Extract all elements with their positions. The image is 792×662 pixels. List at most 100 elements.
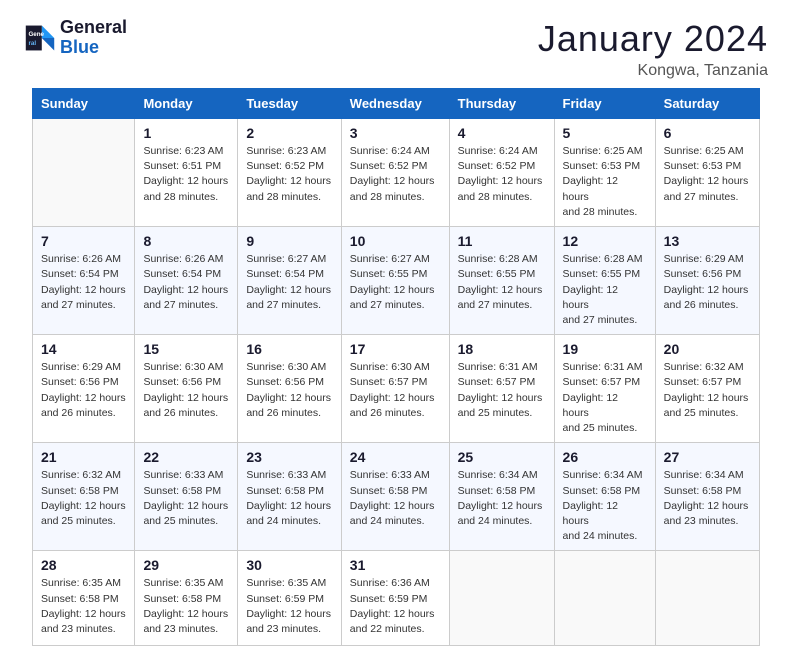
day-number: 3 (350, 125, 441, 141)
day-cell: 20 Sunrise: 6:32 AM Sunset: 6:57 PM Dayli… (655, 335, 759, 443)
logo: Gene ral General Blue (24, 18, 127, 58)
day-cell: 8 Sunrise: 6:26 AM Sunset: 6:54 PM Daylig… (135, 227, 238, 335)
day-info: Sunrise: 6:31 AM Sunset: 6:57 PM Dayligh… (563, 360, 647, 436)
day-cell: 25 Sunrise: 6:34 AM Sunset: 6:58 PM Dayli… (449, 443, 554, 551)
day-info: Sunrise: 6:33 AM Sunset: 6:58 PM Dayligh… (246, 468, 332, 529)
calendar-week-5: 28 Sunrise: 6:35 AM Sunset: 6:58 PM Dayli… (33, 551, 760, 646)
calendar-week-4: 21 Sunrise: 6:32 AM Sunset: 6:58 PM Dayli… (33, 443, 760, 551)
header-tuesday: Tuesday (238, 89, 341, 119)
day-cell: 18 Sunrise: 6:31 AM Sunset: 6:57 PM Dayli… (449, 335, 554, 443)
day-cell: 24 Sunrise: 6:33 AM Sunset: 6:58 PM Dayli… (341, 443, 449, 551)
day-number: 20 (664, 341, 751, 357)
day-info: Sunrise: 6:30 AM Sunset: 6:57 PM Dayligh… (350, 360, 441, 421)
day-cell (33, 119, 135, 227)
day-info: Sunrise: 6:27 AM Sunset: 6:55 PM Dayligh… (350, 252, 441, 313)
logo-blue: Blue (60, 38, 127, 58)
day-number: 8 (143, 233, 229, 249)
location: Kongwa, Tanzania (538, 62, 768, 80)
day-info: Sunrise: 6:24 AM Sunset: 6:52 PM Dayligh… (458, 144, 546, 205)
day-number: 22 (143, 449, 229, 465)
day-cell: 4Sunrise: 6:24 AM Sunset: 6:52 PM Daylig… (449, 119, 554, 227)
svg-text:Gene: Gene (28, 31, 44, 38)
day-number: 18 (458, 341, 546, 357)
day-info: Sunrise: 6:32 AM Sunset: 6:57 PM Dayligh… (664, 360, 751, 421)
day-info: Sunrise: 6:27 AM Sunset: 6:54 PM Dayligh… (246, 252, 332, 313)
day-info: Sunrise: 6:26 AM Sunset: 6:54 PM Dayligh… (143, 252, 229, 313)
day-number: 9 (246, 233, 332, 249)
day-number: 1 (143, 125, 229, 141)
day-info: Sunrise: 6:28 AM Sunset: 6:55 PM Dayligh… (458, 252, 546, 313)
day-info: Sunrise: 6:30 AM Sunset: 6:56 PM Dayligh… (246, 360, 332, 421)
day-cell: 23Sunrise: 6:33 AM Sunset: 6:58 PM Dayli… (238, 443, 341, 551)
svg-text:ral: ral (28, 40, 36, 47)
header-thursday: Thursday (449, 89, 554, 119)
day-number: 6 (664, 125, 751, 141)
logo-text: General Blue (60, 18, 127, 58)
day-cell: 21 Sunrise: 6:32 AM Sunset: 6:58 PM Dayli… (33, 443, 135, 551)
day-cell: 11 Sunrise: 6:28 AM Sunset: 6:55 PM Dayli… (449, 227, 554, 335)
day-cell: 6Sunrise: 6:25 AM Sunset: 6:53 PM Daylig… (655, 119, 759, 227)
calendar-week-1: 1 Sunrise: 6:23 AM Sunset: 6:51 PM Daylig… (33, 119, 760, 227)
day-number: 14 (41, 341, 126, 357)
day-cell: 3 Sunrise: 6:24 AM Sunset: 6:52 PM Daylig… (341, 119, 449, 227)
day-cell: 12 Sunrise: 6:28 AM Sunset: 6:55 PM Dayli… (554, 227, 655, 335)
logo-icon: Gene ral (24, 22, 56, 54)
day-number: 28 (41, 557, 126, 573)
logo-general: General (60, 18, 127, 38)
header-saturday: Saturday (655, 89, 759, 119)
day-number: 5 (563, 125, 647, 141)
day-cell: 1 Sunrise: 6:23 AM Sunset: 6:51 PM Daylig… (135, 119, 238, 227)
header-wednesday: Wednesday (341, 89, 449, 119)
calendar-wrapper: Sunday Monday Tuesday Wednesday Thursday… (0, 88, 792, 662)
day-info: Sunrise: 6:34 AM Sunset: 6:58 PM Dayligh… (563, 468, 647, 544)
day-cell: 17 Sunrise: 6:30 AM Sunset: 6:57 PM Dayli… (341, 335, 449, 443)
day-info: Sunrise: 6:23 AM Sunset: 6:52 PM Dayligh… (246, 144, 332, 205)
day-cell (554, 551, 655, 646)
day-info: Sunrise: 6:34 AM Sunset: 6:58 PM Dayligh… (458, 468, 546, 529)
day-info: Sunrise: 6:31 AM Sunset: 6:57 PM Dayligh… (458, 360, 546, 421)
day-number: 15 (143, 341, 229, 357)
day-info: Sunrise: 6:34 AM Sunset: 6:58 PM Dayligh… (664, 468, 751, 529)
day-cell: 10Sunrise: 6:27 AM Sunset: 6:55 PM Dayli… (341, 227, 449, 335)
day-number: 25 (458, 449, 546, 465)
day-cell: 27Sunrise: 6:34 AM Sunset: 6:58 PM Dayli… (655, 443, 759, 551)
day-cell: 29Sunrise: 6:35 AM Sunset: 6:58 PM Dayli… (135, 551, 238, 646)
day-number: 29 (143, 557, 229, 573)
header-friday: Friday (554, 89, 655, 119)
day-number: 31 (350, 557, 441, 573)
day-cell (655, 551, 759, 646)
day-cell: 15Sunrise: 6:30 AM Sunset: 6:56 PM Dayli… (135, 335, 238, 443)
day-info: Sunrise: 6:26 AM Sunset: 6:54 PM Dayligh… (41, 252, 126, 313)
day-number: 21 (41, 449, 126, 465)
day-number: 11 (458, 233, 546, 249)
header-monday: Monday (135, 89, 238, 119)
day-info: Sunrise: 6:33 AM Sunset: 6:58 PM Dayligh… (350, 468, 441, 529)
day-info: Sunrise: 6:28 AM Sunset: 6:55 PM Dayligh… (563, 252, 647, 328)
day-info: Sunrise: 6:23 AM Sunset: 6:51 PM Dayligh… (143, 144, 229, 205)
day-cell: 7Sunrise: 6:26 AM Sunset: 6:54 PM Daylig… (33, 227, 135, 335)
day-info: Sunrise: 6:35 AM Sunset: 6:58 PM Dayligh… (41, 576, 126, 637)
calendar-week-2: 7Sunrise: 6:26 AM Sunset: 6:54 PM Daylig… (33, 227, 760, 335)
day-cell: 5 Sunrise: 6:25 AM Sunset: 6:53 PM Daylig… (554, 119, 655, 227)
day-cell: 13Sunrise: 6:29 AM Sunset: 6:56 PM Dayli… (655, 227, 759, 335)
day-info: Sunrise: 6:24 AM Sunset: 6:52 PM Dayligh… (350, 144, 441, 205)
calendar-week-3: 14 Sunrise: 6:29 AM Sunset: 6:56 PM Dayli… (33, 335, 760, 443)
day-cell: 22 Sunrise: 6:33 AM Sunset: 6:58 PM Dayli… (135, 443, 238, 551)
month-title: January 2024 (538, 18, 768, 60)
day-number: 2 (246, 125, 332, 141)
day-info: Sunrise: 6:32 AM Sunset: 6:58 PM Dayligh… (41, 468, 126, 529)
day-number: 24 (350, 449, 441, 465)
header-sunday: Sunday (33, 89, 135, 119)
day-info: Sunrise: 6:33 AM Sunset: 6:58 PM Dayligh… (143, 468, 229, 529)
day-cell: 30Sunrise: 6:35 AM Sunset: 6:59 PM Dayli… (238, 551, 341, 646)
day-cell: 14 Sunrise: 6:29 AM Sunset: 6:56 PM Dayli… (33, 335, 135, 443)
day-info: Sunrise: 6:35 AM Sunset: 6:59 PM Dayligh… (246, 576, 332, 637)
day-info: Sunrise: 6:29 AM Sunset: 6:56 PM Dayligh… (41, 360, 126, 421)
day-info: Sunrise: 6:36 AM Sunset: 6:59 PM Dayligh… (350, 576, 441, 637)
day-number: 17 (350, 341, 441, 357)
day-number: 26 (563, 449, 647, 465)
day-number: 12 (563, 233, 647, 249)
day-info: Sunrise: 6:25 AM Sunset: 6:53 PM Dayligh… (563, 144, 647, 220)
day-number: 13 (664, 233, 751, 249)
header-row: Sunday Monday Tuesday Wednesday Thursday… (33, 89, 760, 119)
